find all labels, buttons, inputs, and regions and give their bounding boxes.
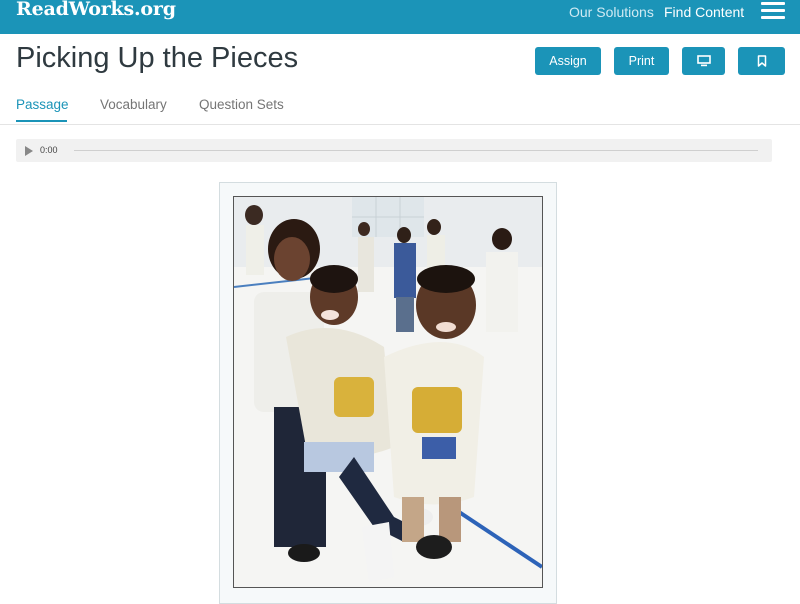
passage-image-frame: [219, 182, 557, 604]
page-title: Picking Up the Pieces: [16, 42, 299, 74]
hamburger-menu-icon[interactable]: [761, 2, 785, 20]
nav-our-solutions[interactable]: Our Solutions: [569, 4, 654, 20]
tab-question-sets[interactable]: Question Sets: [199, 97, 284, 112]
bookmark-button[interactable]: [738, 47, 785, 75]
top-navbar: ReadWorks.org Our Solutions Find Content: [0, 0, 800, 34]
present-button[interactable]: [682, 47, 725, 75]
photo-image: [234, 197, 542, 587]
monitor-icon: [696, 55, 711, 67]
nav-find-content[interactable]: Find Content: [664, 4, 744, 20]
assign-button[interactable]: Assign: [535, 47, 601, 75]
tab-passage[interactable]: Passage: [16, 97, 69, 112]
tabs-divider: [0, 124, 800, 125]
readworks-logo[interactable]: ReadWorks.org: [16, 0, 176, 20]
play-icon[interactable]: [25, 146, 33, 156]
tab-vocabulary[interactable]: Vocabulary: [100, 97, 167, 112]
print-button[interactable]: Print: [614, 47, 669, 75]
audio-progress-track[interactable]: [74, 150, 758, 151]
audio-player: 0:00: [16, 139, 772, 162]
active-tab-indicator: [16, 120, 67, 122]
bookmark-icon: [757, 55, 766, 67]
passage-photo: [233, 196, 543, 588]
audio-time: 0:00: [40, 145, 58, 155]
